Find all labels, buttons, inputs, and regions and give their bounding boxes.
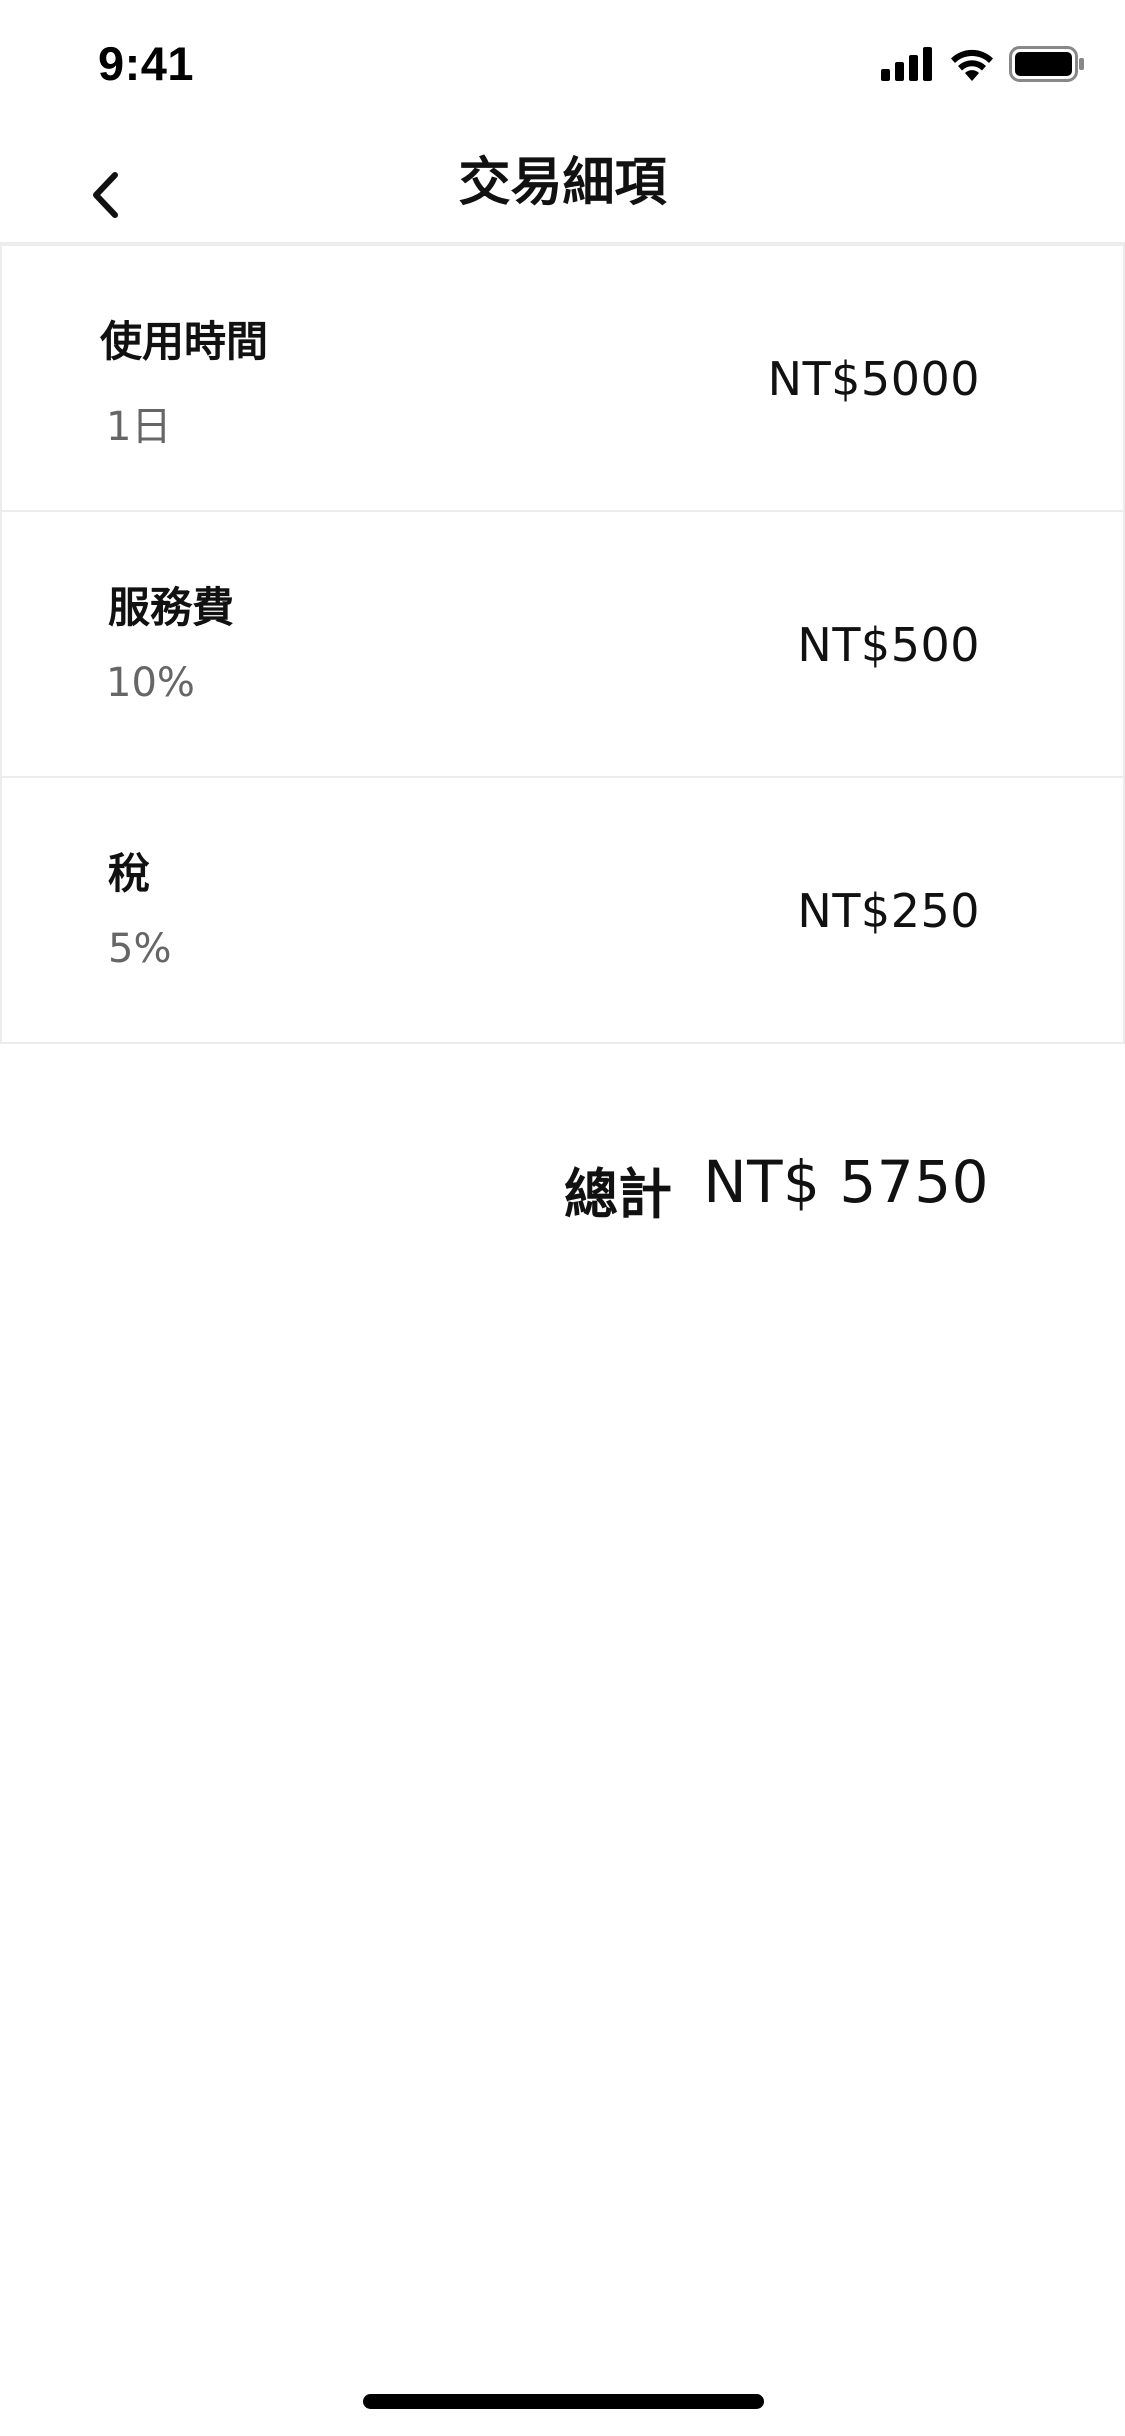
transaction-items-list: 使用時間 1日 NT$5000 服務費 10% NT$500 稅 5% NT$2…	[0, 246, 1125, 1044]
item-name: 服務費	[108, 583, 235, 632]
status-bar: 9:41	[0, 0, 1125, 132]
list-item-service-fee[interactable]: 服務費 10% NT$500	[0, 512, 1125, 778]
item-detail: 1日	[106, 404, 172, 450]
item-detail: 5%	[108, 926, 172, 972]
list-item-tax[interactable]: 稅 5% NT$250	[0, 778, 1125, 1044]
status-time: 9:41	[98, 37, 195, 90]
home-indicator[interactable]	[363, 2394, 764, 2409]
nav-header: 交易細項	[0, 132, 1125, 244]
item-detail: 10%	[106, 660, 195, 706]
status-icons	[881, 44, 1085, 84]
page-title: 交易細項	[458, 153, 667, 213]
total-label: 總計	[564, 1163, 672, 1226]
item-amount: NT$5000	[767, 352, 980, 406]
battery-icon	[1009, 46, 1085, 82]
item-amount: NT$500	[797, 618, 980, 672]
list-item-usage-time[interactable]: 使用時間 1日 NT$5000	[0, 246, 1125, 512]
wifi-icon	[949, 47, 995, 81]
total-value: NT$ 5750	[703, 1148, 989, 1216]
item-name: 稅	[108, 849, 151, 898]
total-row: 總計 NT$ 5750	[0, 1140, 1125, 1230]
cellular-signal-icon	[881, 47, 935, 81]
item-name: 使用時間	[100, 317, 269, 366]
item-amount: NT$250	[797, 884, 980, 938]
